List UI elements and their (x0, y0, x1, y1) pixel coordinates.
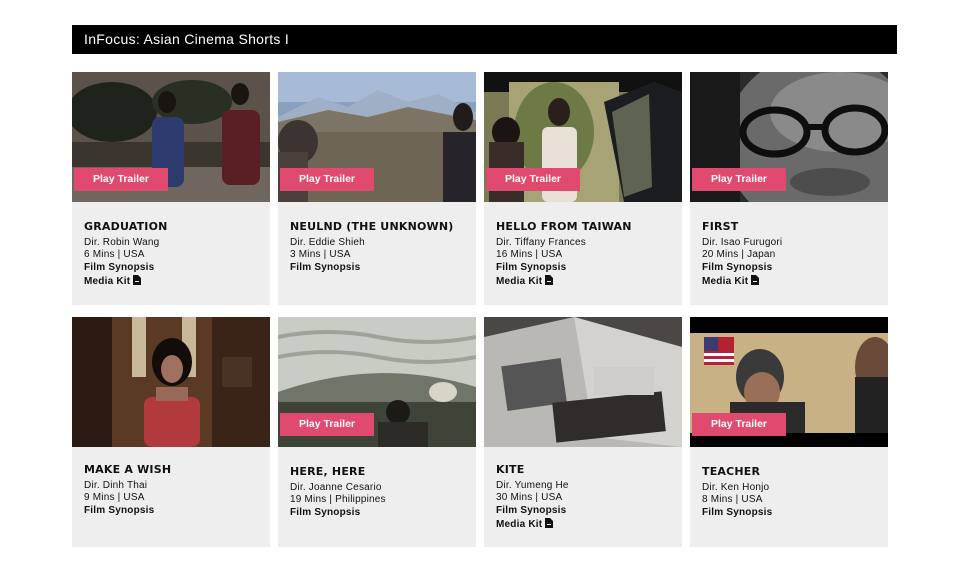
film-thumbnail[interactable]: Play Trailer (690, 72, 888, 202)
film-title: MAKE A WISH (84, 463, 172, 476)
film-card: Play Trailer HERE, HERE Dir. Joanne Cesa… (278, 317, 476, 547)
film-synopsis-link[interactable]: Film Synopsis (84, 504, 258, 518)
film-details: 30 Mins | USA (496, 492, 563, 503)
film-details: 3 Mins | USA (290, 249, 351, 260)
film-title: HELLO FROM TAIWAN (496, 220, 632, 233)
film-card: Play Trailer NEULND (THE UNKNOWN) Dir. E… (278, 72, 476, 305)
film-details: 6 Mins | USA (84, 249, 145, 260)
film-title: FIRST (702, 220, 739, 233)
film-details: 8 Mins | USA (702, 494, 763, 505)
film-card: KITE Dir. Yumeng He 30 Mins | USA Film S… (484, 317, 682, 547)
film-director: Dir. Eddie Shieh (290, 237, 365, 248)
film-thumbnail[interactable]: Play Trailer (484, 72, 682, 202)
film-still-image (72, 317, 270, 447)
film-card: Play Trailer FIRST Dir. Isao Furugori 20… (690, 72, 888, 305)
film-director: Dir. Yumeng He (496, 480, 569, 491)
film-card: Play Trailer GRADUATION Dir. Robin Wang … (72, 72, 270, 305)
play-trailer-button[interactable]: Play Trailer (692, 168, 786, 191)
film-director: Dir. Dinh Thai (84, 480, 148, 491)
film-title: GRADUATION (84, 220, 168, 233)
film-details: 20 Mins | Japan (702, 249, 776, 260)
film-still-image (484, 317, 682, 447)
film-thumbnail[interactable]: Play Trailer (278, 317, 476, 447)
film-synopsis-link[interactable]: Film Synopsis (496, 504, 670, 518)
film-synopsis-link[interactable]: Film Synopsis (496, 261, 670, 275)
film-synopsis-link[interactable]: Film Synopsis (702, 506, 876, 520)
media-kit-link[interactable]: Media Kit (496, 518, 670, 532)
play-trailer-button[interactable]: Play Trailer (280, 413, 374, 436)
pdf-icon (545, 518, 554, 528)
film-details: 19 Mins | Philippines (290, 494, 386, 505)
film-synopsis-link[interactable]: Film Synopsis (290, 261, 464, 275)
film-title: HERE, HERE (290, 465, 366, 478)
play-trailer-button[interactable]: Play Trailer (280, 168, 374, 191)
media-kit-link[interactable]: Media Kit (702, 275, 876, 289)
film-director: Dir. Ken Honjo (702, 482, 770, 493)
play-trailer-button[interactable]: Play Trailer (692, 413, 786, 436)
film-synopsis-link[interactable]: Film Synopsis (290, 506, 464, 520)
film-synopsis-link[interactable]: Film Synopsis (702, 261, 876, 275)
page-title: InFocus: Asian Cinema Shorts I (72, 25, 897, 54)
media-kit-link[interactable]: Media Kit (496, 275, 670, 289)
pdf-icon (133, 275, 142, 285)
film-synopsis-link[interactable]: Film Synopsis (84, 261, 258, 275)
film-details: 9 Mins | USA (84, 492, 145, 503)
film-thumbnail[interactable] (484, 317, 682, 447)
film-thumbnail[interactable] (72, 317, 270, 447)
play-trailer-button[interactable]: Play Trailer (486, 168, 580, 191)
film-thumbnail[interactable]: Play Trailer (72, 72, 270, 202)
play-trailer-button[interactable]: Play Trailer (74, 168, 168, 191)
pdf-icon (545, 275, 554, 285)
film-title: TEACHER (702, 465, 761, 478)
media-kit-link[interactable]: Media Kit (84, 275, 258, 289)
film-director: Dir. Joanne Cesario (290, 482, 382, 493)
film-thumbnail[interactable]: Play Trailer (690, 317, 888, 447)
film-thumbnail[interactable]: Play Trailer (278, 72, 476, 202)
film-director: Dir. Robin Wang (84, 237, 160, 248)
film-card: Play Trailer TEACHER Dir. Ken Honjo 8 Mi… (690, 317, 888, 547)
film-details: 16 Mins | USA (496, 249, 563, 260)
film-grid: Play Trailer GRADUATION Dir. Robin Wang … (72, 72, 890, 547)
film-title: KITE (496, 463, 525, 476)
film-card: Play Trailer HELLO FROM TAIWAN Dir. Tiff… (484, 72, 682, 305)
film-card: MAKE A WISH Dir. Dinh Thai 9 Mins | USA … (72, 317, 270, 547)
pdf-icon (751, 275, 760, 285)
film-title: NEULND (THE UNKNOWN) (290, 220, 454, 233)
film-director: Dir. Tiffany Frances (496, 237, 586, 248)
film-director: Dir. Isao Furugori (702, 237, 783, 248)
